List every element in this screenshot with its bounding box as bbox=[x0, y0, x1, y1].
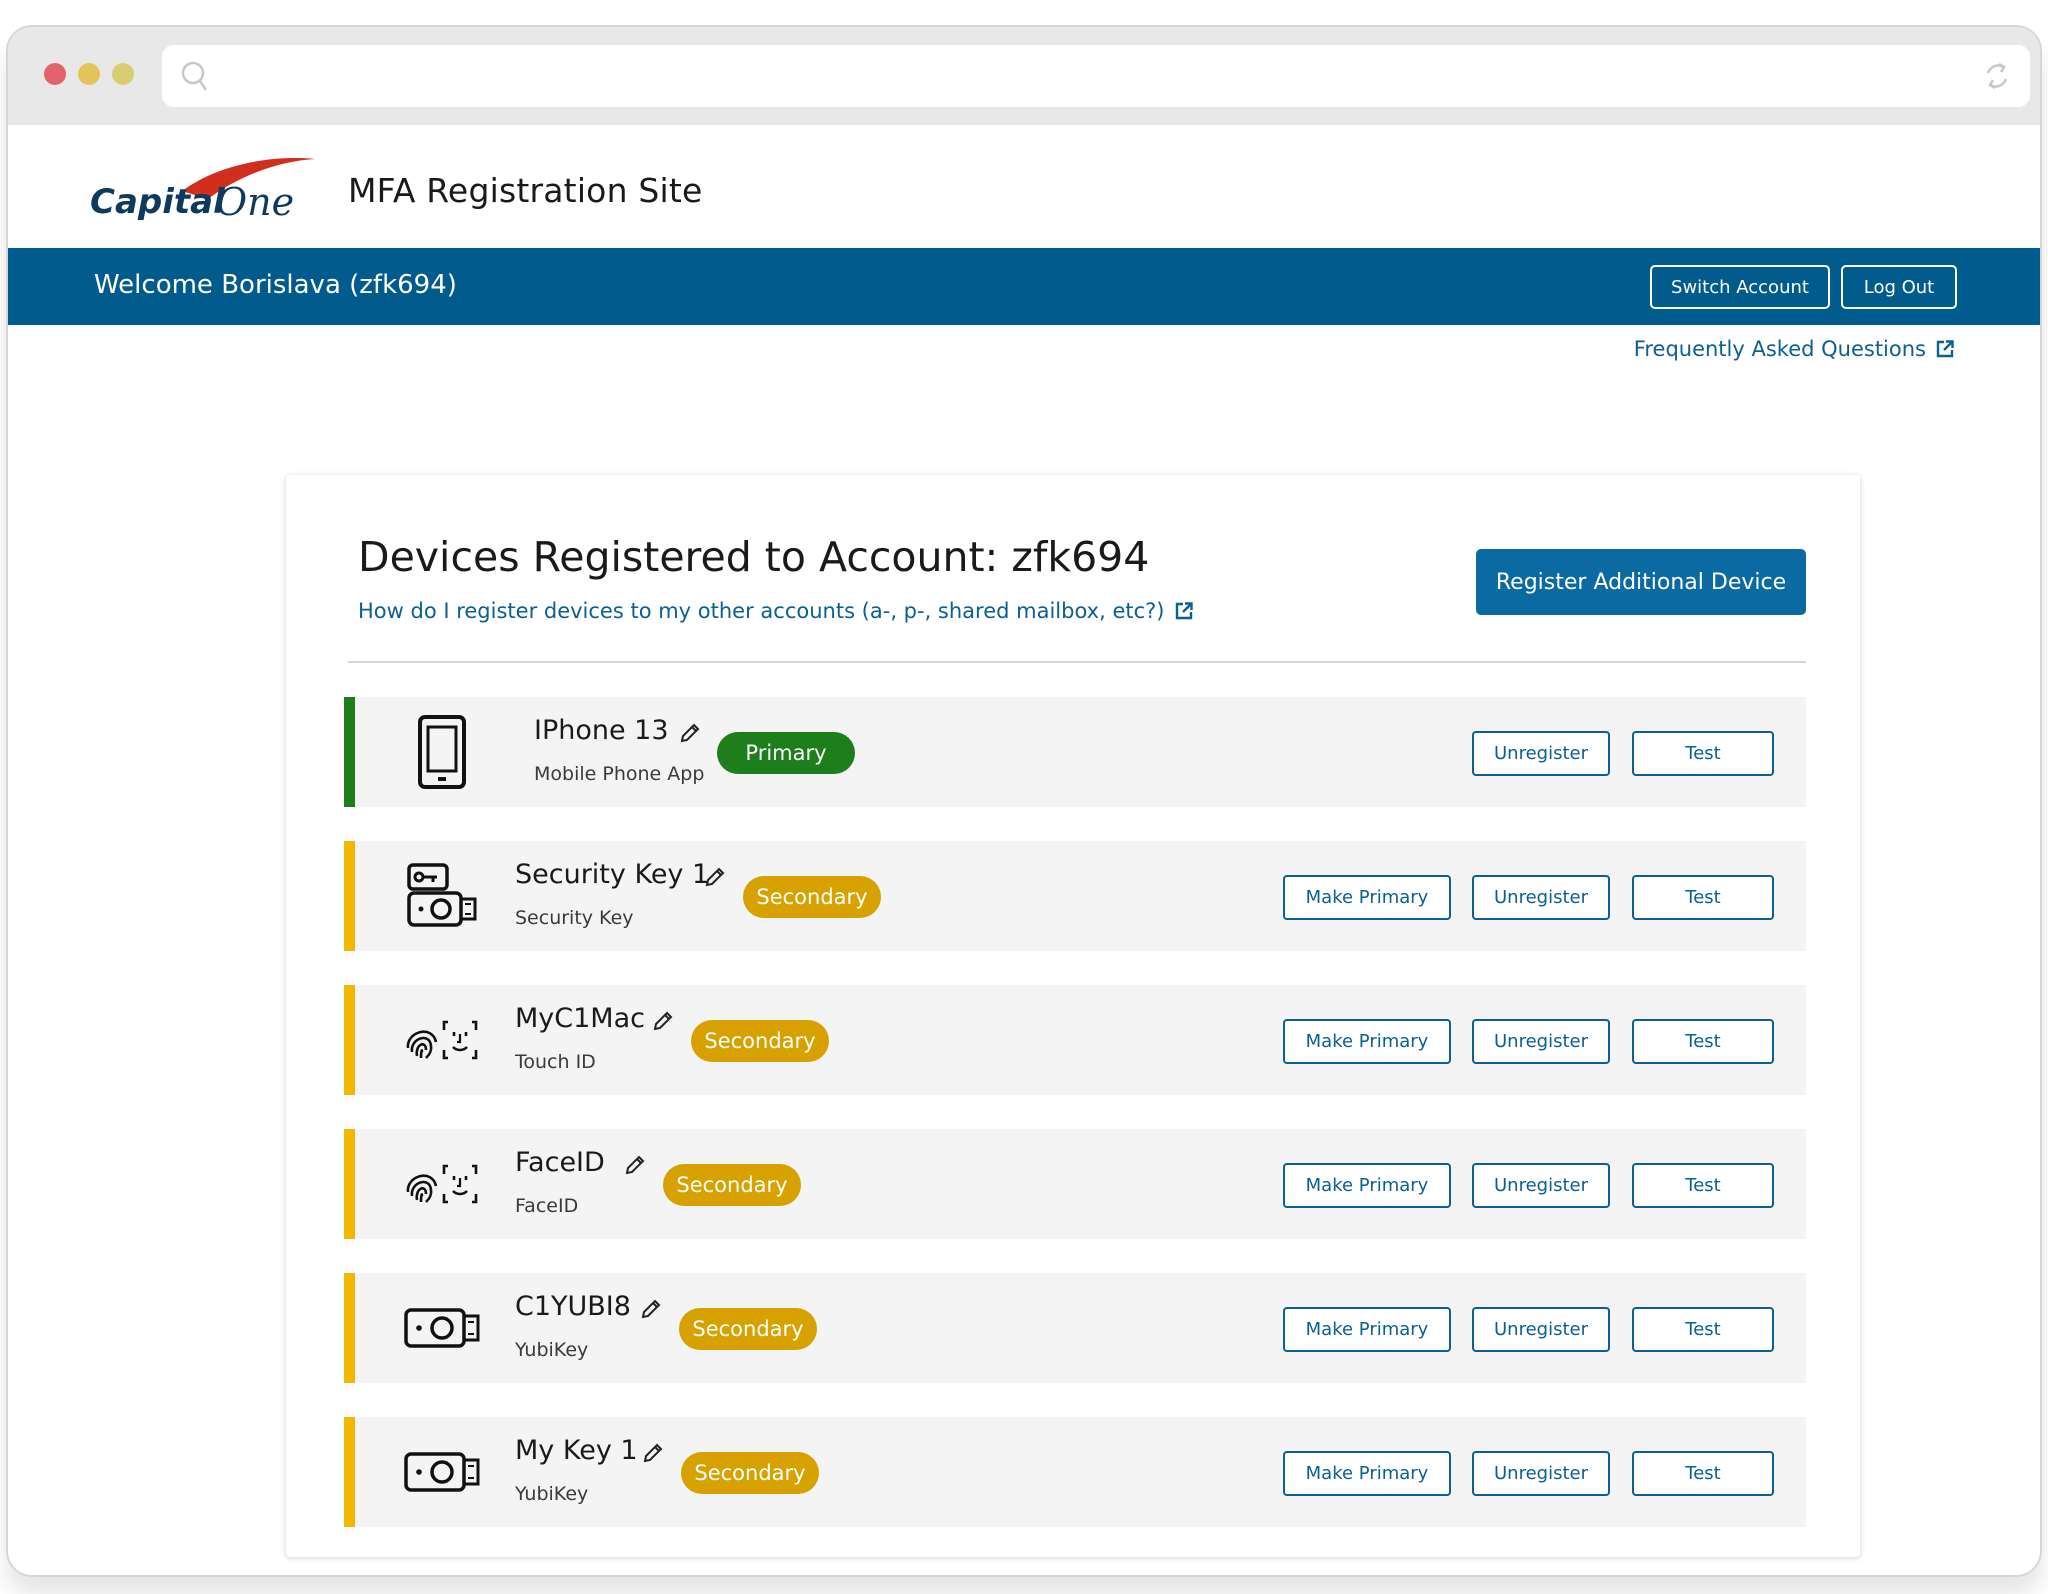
device-row: FaceID FaceID Secondary Make Primary Unr… bbox=[344, 1129, 1806, 1239]
svg-text:Capital: Capital bbox=[90, 182, 226, 222]
browser-chrome bbox=[8, 27, 2040, 125]
secondary-badge: Secondary bbox=[679, 1308, 817, 1350]
unregister-button[interactable]: Unregister bbox=[1472, 1451, 1610, 1496]
device-name: MyC1Mac bbox=[515, 1003, 645, 1034]
log-out-button[interactable]: Log Out bbox=[1841, 265, 1957, 309]
pencil-icon[interactable] bbox=[623, 1153, 647, 1177]
browser-window: Capital One MFA Registration Site Welcom… bbox=[6, 25, 2042, 1577]
device-type: YubiKey bbox=[515, 1339, 589, 1361]
secondary-badge: Secondary bbox=[743, 876, 881, 918]
device-name: My Key 1 bbox=[515, 1435, 638, 1466]
search-icon bbox=[181, 61, 208, 91]
external-link-icon bbox=[1175, 602, 1193, 620]
test-button[interactable]: Test bbox=[1632, 1307, 1774, 1352]
unregister-button[interactable]: Unregister bbox=[1472, 1163, 1610, 1208]
faq-link-label: Frequently Asked Questions bbox=[1633, 337, 1926, 361]
device-type: FaceID bbox=[515, 1195, 579, 1217]
pencil-icon[interactable] bbox=[678, 721, 702, 745]
unregister-button[interactable]: Unregister bbox=[1472, 1307, 1610, 1352]
unregister-button[interactable]: Unregister bbox=[1472, 731, 1610, 776]
device-name: IPhone 13 bbox=[534, 715, 669, 746]
page-title: Devices Registered to Account: zfk694 bbox=[358, 533, 1150, 581]
devices-card: Devices Registered to Account: zfk694 Ho… bbox=[286, 475, 1860, 1557]
make-primary-button[interactable]: Make Primary bbox=[1283, 1163, 1451, 1208]
pencil-icon[interactable] bbox=[651, 1009, 675, 1033]
security-key-icon bbox=[397, 855, 487, 937]
close-window-icon[interactable] bbox=[44, 63, 66, 85]
secondary-badge: Secondary bbox=[663, 1164, 801, 1206]
device-name: C1YUBI8 bbox=[515, 1291, 631, 1322]
biometric-icon bbox=[397, 1143, 487, 1225]
external-link-icon bbox=[1936, 340, 1954, 358]
capital-one-logo[interactable]: Capital One bbox=[90, 153, 322, 239]
yubikey-icon bbox=[397, 1431, 487, 1513]
address-bar[interactable] bbox=[162, 45, 2030, 107]
test-button[interactable]: Test bbox=[1632, 1163, 1774, 1208]
unregister-button[interactable]: Unregister bbox=[1472, 1019, 1610, 1064]
site-title: MFA Registration Site bbox=[348, 171, 703, 210]
device-name: FaceID bbox=[515, 1147, 605, 1178]
help-link[interactable]: How do I register devices to my other ac… bbox=[358, 599, 1193, 623]
device-row: My Key 1 YubiKey Secondary Make Primary … bbox=[344, 1417, 1806, 1527]
biometric-icon bbox=[397, 999, 487, 1081]
pencil-icon[interactable] bbox=[641, 1441, 665, 1465]
svg-text:One: One bbox=[216, 180, 294, 224]
pencil-icon[interactable] bbox=[639, 1297, 663, 1321]
switch-account-button[interactable]: Switch Account bbox=[1650, 265, 1830, 309]
test-button[interactable]: Test bbox=[1632, 1019, 1774, 1064]
test-button[interactable]: Test bbox=[1632, 875, 1774, 920]
test-button[interactable]: Test bbox=[1632, 1451, 1774, 1496]
primary-badge: Primary bbox=[717, 732, 855, 774]
device-type: YubiKey bbox=[515, 1483, 589, 1505]
pencil-icon[interactable] bbox=[703, 865, 727, 889]
maximize-window-icon[interactable] bbox=[112, 63, 134, 85]
device-type: Security Key bbox=[515, 907, 634, 929]
device-row: Security Key 1 Security Key Secondary Ma… bbox=[344, 841, 1806, 951]
yubikey-icon bbox=[397, 1287, 487, 1369]
faq-link[interactable]: Frequently Asked Questions bbox=[1634, 337, 1954, 361]
minimize-window-icon[interactable] bbox=[78, 63, 100, 85]
test-button[interactable]: Test bbox=[1632, 731, 1774, 776]
device-row: MyC1Mac Touch ID Secondary Make Primary … bbox=[344, 985, 1806, 1095]
site-header: Capital One MFA Registration Site bbox=[8, 125, 2040, 248]
device-type: Touch ID bbox=[515, 1051, 596, 1073]
device-name: Security Key 1 bbox=[515, 859, 710, 890]
device-row: IPhone 13 Mobile Phone App Primary Unreg… bbox=[344, 697, 1806, 807]
make-primary-button[interactable]: Make Primary bbox=[1283, 875, 1451, 920]
account-bar: Welcome Borislava (zfk694) Switch Accoun… bbox=[8, 248, 2040, 325]
reload-icon[interactable] bbox=[1982, 59, 2012, 93]
secondary-badge: Secondary bbox=[681, 1452, 819, 1494]
welcome-text: Welcome Borislava (zfk694) bbox=[94, 270, 457, 300]
make-primary-button[interactable]: Make Primary bbox=[1283, 1307, 1451, 1352]
help-link-label: How do I register devices to my other ac… bbox=[358, 599, 1165, 623]
unregister-button[interactable]: Unregister bbox=[1472, 875, 1610, 920]
make-primary-button[interactable]: Make Primary bbox=[1283, 1019, 1451, 1064]
secondary-badge: Secondary bbox=[691, 1020, 829, 1062]
divider bbox=[348, 661, 1806, 663]
device-row: C1YUBI8 YubiKey Secondary Make Primary U… bbox=[344, 1273, 1806, 1383]
register-additional-device-button[interactable]: Register Additional Device bbox=[1476, 549, 1806, 615]
device-type: Mobile Phone App bbox=[534, 763, 705, 785]
smartphone-icon bbox=[397, 711, 487, 793]
make-primary-button[interactable]: Make Primary bbox=[1283, 1451, 1451, 1496]
device-list: IPhone 13 Mobile Phone App Primary Unreg… bbox=[344, 697, 1806, 1561]
